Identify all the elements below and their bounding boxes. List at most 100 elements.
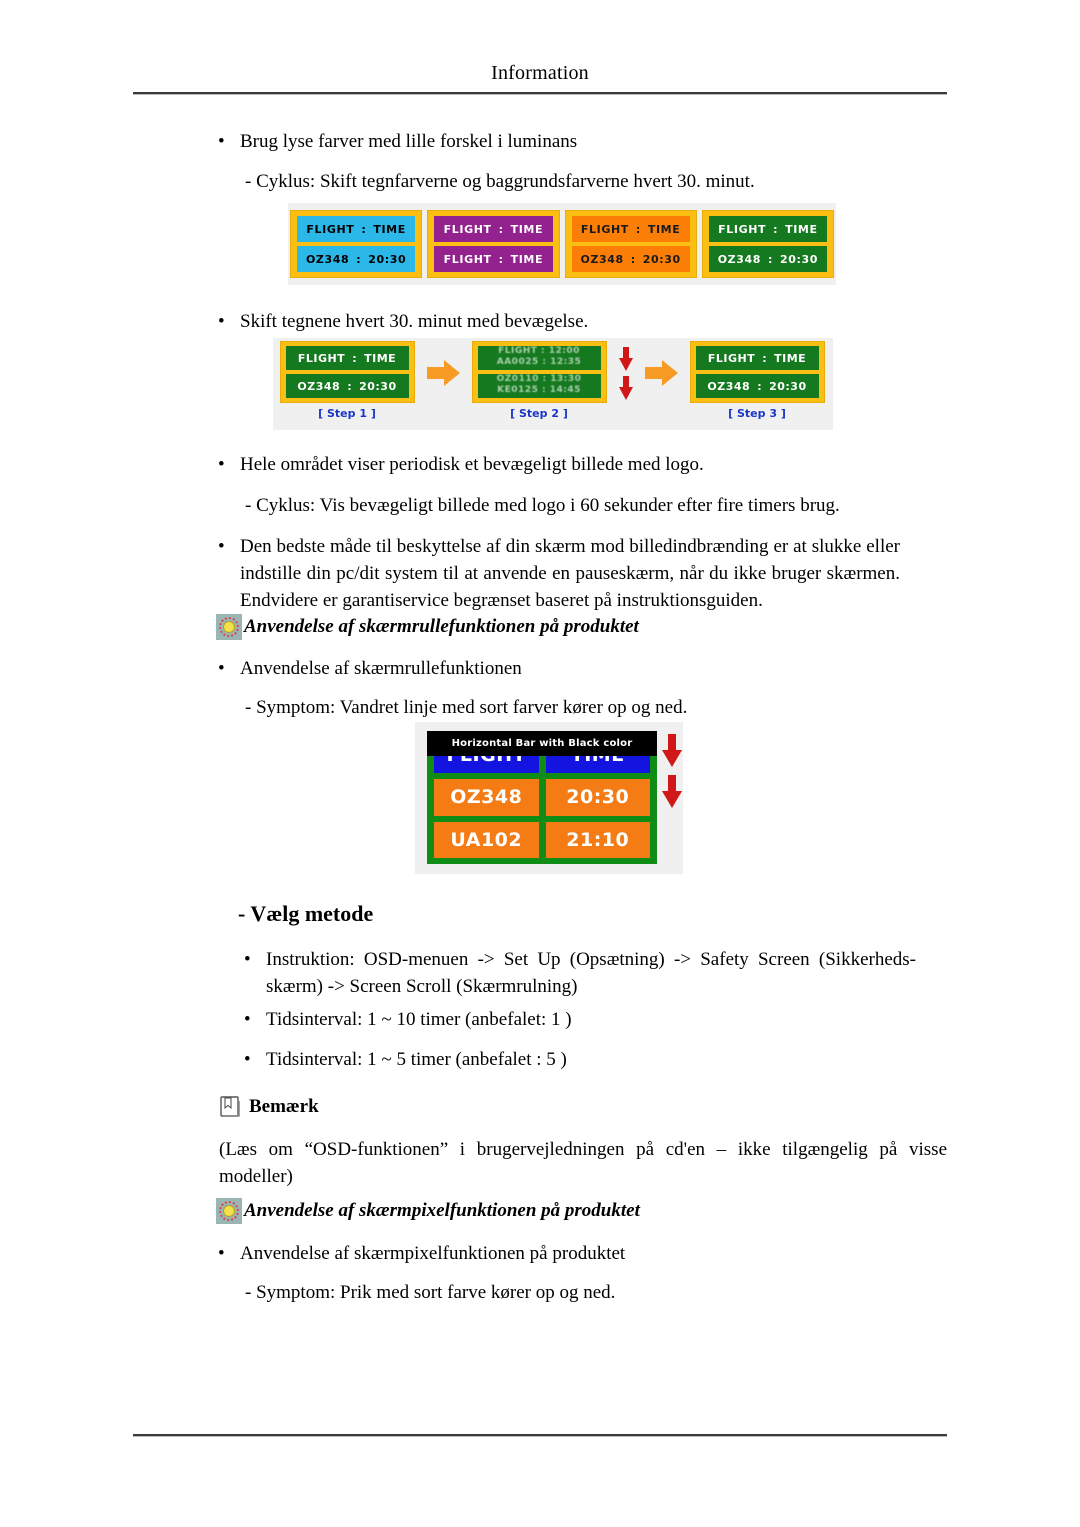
arrow-step1-to-step2 — [421, 338, 465, 408]
bullet-hele-omraadet: • Hele området viser periodisk et bevæge… — [218, 451, 938, 478]
bullet-skift-tegnene: • Skift tegnene hvert 30. minut med bevæ… — [218, 308, 918, 335]
purple-panel-row2: FLIGHT: TIME — [434, 246, 553, 272]
bullet-label: Skift tegnene hvert 30. minut med bevæge… — [240, 311, 589, 332]
cyan-row2-right: 20:30 — [368, 252, 407, 266]
sun-icon — [216, 614, 242, 640]
step2-row2-line-b: KE0125 : 14:45 — [497, 385, 581, 395]
hbar-cell-2110: 21:10 — [545, 821, 650, 858]
subtext-symptom-prik: - Symptom: Prik med sort farve kører op … — [245, 1282, 616, 1303]
heading-vaelg-metode: - Vælg metode — [238, 901, 374, 926]
bullet-label: Tidsinterval: 1 ~ 10 timer (anbefalet: 1… — [266, 1009, 572, 1030]
cyan-row1-right: TIME — [373, 222, 406, 236]
step2-row1-line-a: FLIGHT : 12:00 — [498, 346, 580, 356]
bullet-label: Tidsinterval: 1 ~ 5 timer (anbefalet : 5… — [266, 1049, 567, 1070]
bullet-marker: • — [244, 1009, 251, 1030]
figure-horizontal-bar: FLIGHT TIME OZ348 20:30 UA102 21:10 Hori… — [415, 722, 683, 874]
step1-row2-left: OZ348 — [297, 379, 341, 393]
purple-row2-sep: : — [498, 252, 504, 266]
green-panel-row2: OZ348:20:30 — [708, 246, 827, 272]
bullet-marker: • — [218, 658, 225, 679]
bullet-label: Hele området viser periodisk et bevægeli… — [240, 454, 704, 475]
step3-row1-left: FLIGHT — [707, 351, 756, 365]
green-row1-sep: : — [773, 222, 779, 236]
step3-row1-right: TIME — [774, 351, 807, 365]
orange-row1-sep: : — [635, 222, 641, 236]
step3-row2: OZ348:20:30 — [695, 374, 819, 398]
section-heading-label: Anvendelse af skærmpixelfunktionen på pr… — [244, 1200, 640, 1221]
green-row2-right: 20:30 — [780, 252, 819, 266]
step3-row2-sep: : — [757, 379, 763, 393]
bullet-label: Den bedste måde til beskyttelse af din s… — [240, 536, 900, 611]
bullet-anvendelse-skaermrulle: • Anvendelse af skærmrullefunktionen — [218, 655, 918, 682]
step1-row1-left: FLIGHT — [297, 351, 346, 365]
purple-row2-left: FLIGHT — [443, 252, 492, 266]
step1-column: FLIGHT: TIME OZ348:20:30 [ Step 1 ] — [273, 338, 421, 420]
step1-row2-sep: : — [347, 379, 353, 393]
purple-row2-right: TIME — [510, 252, 544, 266]
green-row1-right: TIME — [785, 222, 818, 236]
page-header: Information — [133, 60, 947, 86]
step3-column: FLIGHT: TIME OZ348:20:30 [ Step 3 ] — [683, 338, 831, 420]
section-heading-screen-pixel: Anvendelse af skærmpixelfunktionen på pr… — [216, 1198, 640, 1224]
step1-row1: FLIGHT: TIME — [285, 346, 409, 370]
step2-row2: OZ0110 : 13:30 KE0125 : 14:45 — [477, 374, 601, 398]
step1-label: [ Step 1 ] — [318, 407, 376, 420]
step1-row2-right: 20:30 — [359, 379, 397, 393]
green-panel-row1: FLIGHT: TIME — [708, 216, 827, 242]
green-row1-left: FLIGHT — [718, 222, 767, 236]
bullet-marker: • — [244, 1049, 251, 1070]
figure-color-cycle-panels: FLIGHT: TIME OZ348:20:30 FLIGHT: TIME FLIG… — [288, 203, 836, 285]
bullet-label: Instruktion: OSD-menuen -> Set Up (Opsæt… — [266, 949, 916, 997]
step2-row1: FLIGHT : 12:00 AA0025 : 12:35 — [477, 346, 601, 370]
purple-panel: FLIGHT: TIME FLIGHT: TIME — [427, 210, 560, 278]
orange-panel-row2: OZ348:20:30 — [571, 246, 690, 272]
bullet-marker: • — [218, 454, 225, 475]
hbar-direction-arrows — [661, 734, 683, 808]
step2-panel: FLIGHT : 12:00 AA0025 : 12:35 OZ0110 : 1… — [471, 341, 607, 403]
sun-icon — [216, 1198, 242, 1224]
bullet-tidsinterval-5-timer: • Tidsinterval: 1 ~ 5 timer (anbefalet :… — [244, 1046, 934, 1073]
down-arrow-icon — [662, 775, 682, 808]
step1-panel: FLIGHT: TIME OZ348:20:30 — [279, 341, 415, 403]
down-arrow-icon — [619, 346, 633, 371]
document-page: Information • Brug lyse farver med lille… — [0, 0, 1080, 1527]
bullet-brug-lyse-farver: • Brug lyse farver med lille forskel i l… — [218, 128, 918, 155]
purple-row1-left: FLIGHT — [443, 222, 492, 236]
bullet-tidsinterval-10-timer: • Tidsinterval: 1 ~ 10 timer (anbefalet:… — [244, 1006, 934, 1033]
down-arrow-icon — [619, 375, 633, 400]
cyan-panel-row2: OZ348:20:30 — [297, 246, 416, 272]
scroll-direction-arrows — [613, 338, 639, 408]
step1-row2: OZ348:20:30 — [285, 374, 409, 398]
arrow-step2-to-step3 — [639, 338, 683, 408]
hbar-row-ua102: UA102 21:10 — [434, 821, 650, 858]
hbar-cell-ua102: UA102 — [434, 821, 539, 858]
bullet-bedste-maade: • Den bedste måde til beskyttelse af din… — [218, 533, 918, 614]
hbar-cell-2030: 20:30 — [545, 779, 650, 816]
section-heading-screen-scroll: Anvendelse af skærmrullefunktionen på pr… — [216, 614, 639, 640]
orange-panel-row1: FLIGHT: TIME — [571, 216, 690, 242]
figure-scroll-steps: FLIGHT: TIME OZ348:20:30 [ Step 1 ] FLIGH… — [273, 338, 833, 430]
cyan-row1-left: FLIGHT — [306, 222, 355, 236]
bullet-marker: • — [218, 1243, 225, 1264]
bullet-marker: • — [244, 949, 251, 970]
step2-label: [ Step 2 ] — [510, 407, 568, 420]
orange-row1-left: FLIGHT — [580, 222, 629, 236]
purple-row1-sep: : — [498, 222, 504, 236]
cyan-panel-row1: FLIGHT: TIME — [297, 216, 416, 242]
subtext-cyklus-vis: - Cyklus: Vis bevægeligt billede med log… — [245, 495, 840, 516]
bullet-label: Anvendelse af skærmpixelfunktionen på pr… — [240, 1243, 626, 1264]
bullet-marker: • — [218, 311, 225, 332]
footer-divider — [133, 1434, 947, 1437]
orange-row2-right: 20:30 — [642, 252, 681, 266]
bullet-label: Anvendelse af skærmrullefunktionen — [240, 658, 522, 679]
green-panel: FLIGHT: TIME OZ348:20:30 — [701, 210, 834, 278]
orange-panel: FLIGHT: TIME OZ348:20:30 — [564, 210, 697, 278]
note-header: Bemærk — [219, 1094, 319, 1119]
step2-row2-line-a: OZ0110 : 13:30 — [496, 374, 582, 384]
step1-row1-right: TIME — [364, 351, 397, 365]
cyan-row2-left: OZ348 — [305, 252, 350, 266]
down-arrow-icon — [662, 734, 682, 767]
hbar-row-oz348: OZ348 20:30 — [434, 779, 650, 816]
step3-label: [ Step 3 ] — [728, 407, 786, 420]
step2-row1-line-b: AA0025 : 12:35 — [496, 357, 582, 367]
